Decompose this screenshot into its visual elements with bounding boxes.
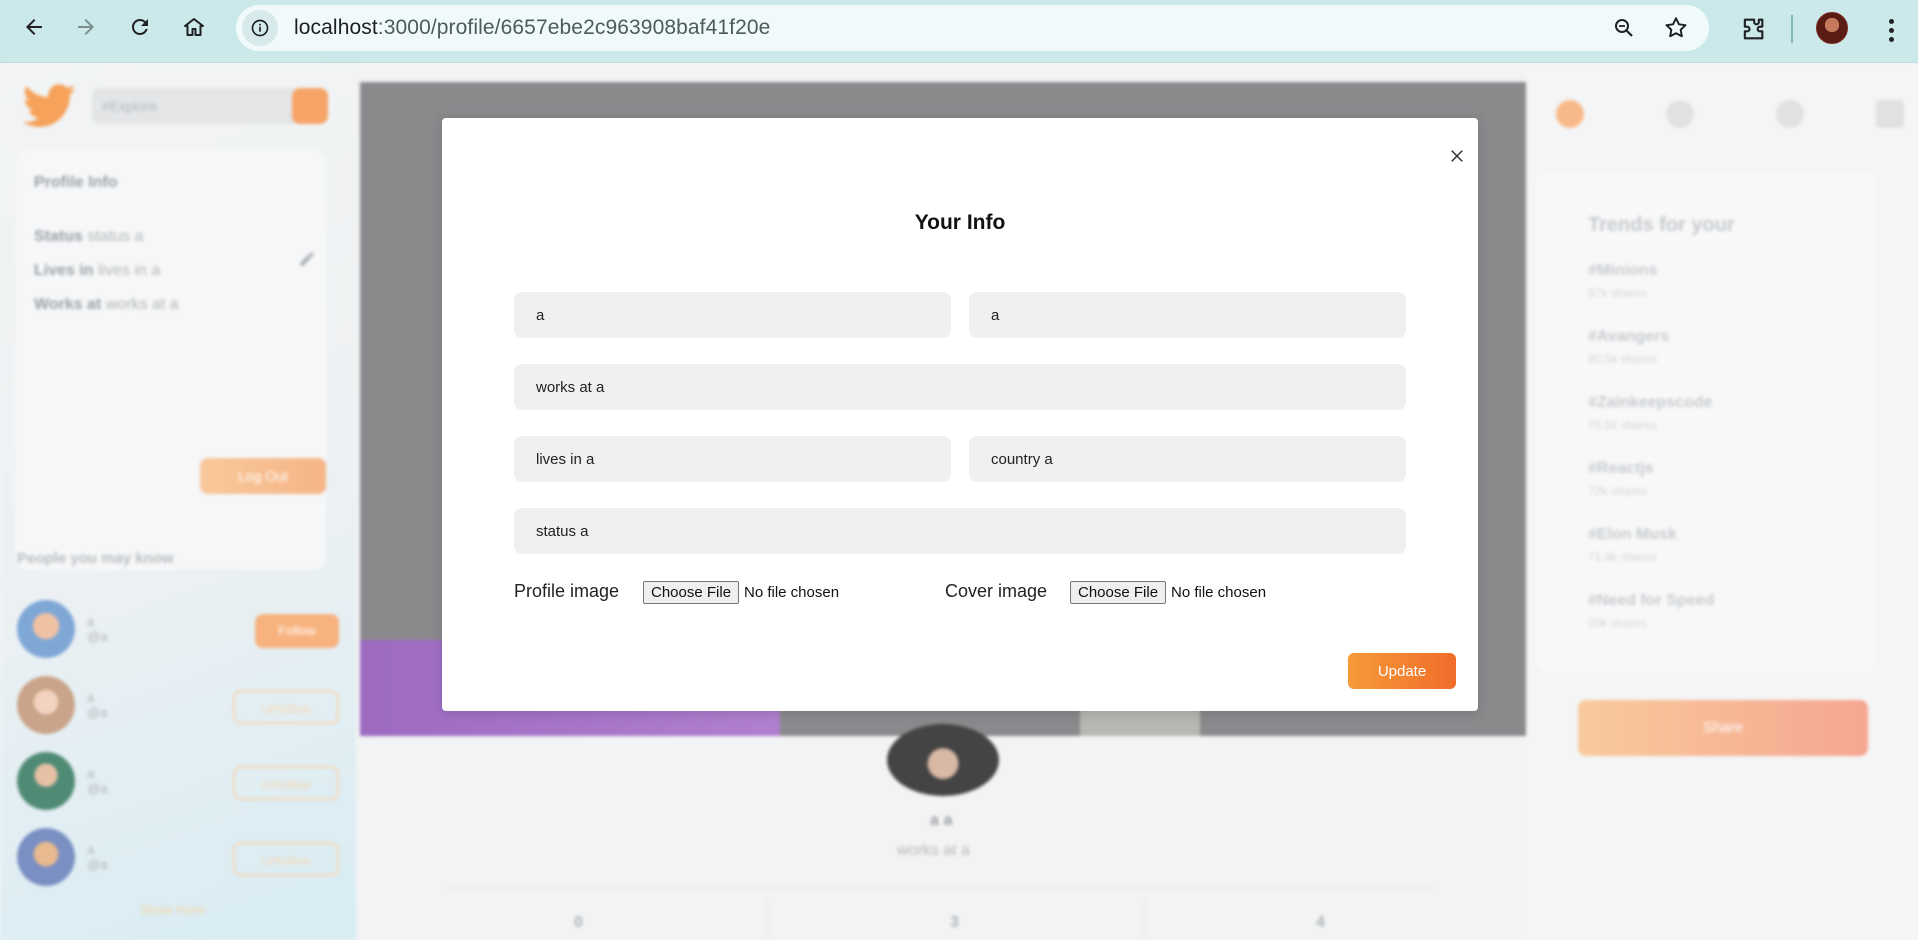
- reload-button[interactable]: [120, 7, 160, 47]
- stat-followers: 3: [950, 914, 959, 931]
- left-sidebar: #Explore Profile Info Status status a Li…: [0, 64, 356, 940]
- address-bar[interactable]: localhost:3000/profile/6657ebe2c963908ba…: [236, 5, 1709, 51]
- bookmark-star-icon[interactable]: [1661, 13, 1691, 43]
- profile-name: a a: [930, 812, 953, 829]
- forward-button[interactable]: [66, 7, 106, 47]
- close-button[interactable]: [1445, 144, 1469, 168]
- arrow-right-icon: [78, 19, 94, 35]
- cover-image-file-status: No file chosen: [1171, 584, 1267, 601]
- profile-works-at: works at a: [897, 842, 970, 859]
- twitter-logo-icon[interactable]: [22, 84, 76, 128]
- country-input[interactable]: [969, 436, 1406, 482]
- profile-image-file-button[interactable]: Choose File: [643, 581, 740, 604]
- status-row: Status status a: [34, 228, 144, 245]
- browser-toolbar: localhost:3000/profile/6657ebe2c963908ba…: [0, 0, 1918, 63]
- reload-icon: [131, 18, 148, 35]
- profile-info-card: Profile Info Status status a Lives in li…: [16, 150, 326, 570]
- search-button[interactable]: [292, 88, 328, 124]
- lives-in-input[interactable]: [514, 436, 951, 482]
- profile-image-label: Profile image: [514, 581, 620, 601]
- works-at-input[interactable]: [514, 364, 1406, 410]
- toolbar-divider: [1791, 15, 1793, 43]
- gear-icon[interactable]: [1666, 100, 1694, 128]
- home-icon[interactable]: [1556, 100, 1584, 128]
- trend-item[interactable]: #Avangers 80.5k shares: [1588, 328, 1669, 366]
- unfollow-button[interactable]: Unfollow: [233, 842, 339, 876]
- message-icon[interactable]: [1876, 100, 1904, 128]
- follow-button[interactable]: Follow: [255, 614, 339, 648]
- bell-icon[interactable]: [1776, 100, 1804, 128]
- info-modal: Your Info Profile image Choose File No f…: [442, 118, 1478, 711]
- unfollow-button[interactable]: Unfollow: [233, 766, 339, 800]
- cover-image-label: Cover image: [945, 581, 1048, 601]
- person-item: a @a Unfollow: [17, 676, 339, 738]
- stat-followings: 0: [574, 914, 583, 931]
- profile-info-title: Profile Info: [34, 174, 118, 191]
- logout-button[interactable]: Log Out: [200, 458, 326, 494]
- stat-posts: 4: [1316, 914, 1325, 931]
- url-text: localhost:3000/profile/6657ebe2c963908ba…: [294, 16, 771, 39]
- browser-profile-avatar[interactable]: [1816, 12, 1848, 44]
- share-button[interactable]: Share: [1578, 700, 1868, 756]
- avatar: [17, 676, 75, 734]
- update-button[interactable]: Update: [1348, 653, 1456, 689]
- home-icon: [184, 18, 204, 36]
- modal-title: Your Info: [914, 211, 1006, 234]
- zoom-icon[interactable]: [1609, 13, 1639, 43]
- avatar: [17, 600, 75, 658]
- person-item: a @a Follow: [17, 600, 339, 662]
- lastname-input[interactable]: [969, 292, 1406, 338]
- profile-image-file-status: No file chosen: [744, 584, 840, 601]
- trend-item[interactable]: #Reactjs 72k shares: [1588, 460, 1654, 498]
- home-button[interactable]: [174, 7, 214, 47]
- arrow-left-icon: [26, 19, 42, 35]
- people-you-may-know-title: People you may know: [17, 550, 174, 567]
- works-row: Works at works at a: [34, 296, 179, 313]
- unfollow-button[interactable]: Unfollow: [233, 690, 339, 724]
- avatar: [17, 828, 75, 886]
- trends-title: Trends for your: [1588, 214, 1735, 236]
- browser-menu-icon[interactable]: [1876, 12, 1906, 48]
- cover-image-file-button[interactable]: Choose File: [1070, 581, 1167, 604]
- trend-item[interactable]: #Zainkeepscode 75.5k shares: [1588, 394, 1713, 432]
- firstname-input[interactable]: [514, 292, 951, 338]
- trend-item[interactable]: #Elon Musk 71.9k shares: [1588, 526, 1677, 564]
- avatar: [17, 752, 75, 810]
- person-item: a @a Unfollow: [17, 752, 339, 814]
- show-more-link[interactable]: Show more: [140, 902, 206, 917]
- person-item: a @a Unfollow: [17, 828, 339, 890]
- edit-pencil-icon[interactable]: [298, 250, 316, 268]
- right-sidebar: Trends for your #Minions 97k shares #Avan…: [1526, 64, 1918, 940]
- site-info-icon[interactable]: [242, 10, 278, 46]
- close-icon: [1451, 150, 1463, 162]
- relationship-status-input[interactable]: [514, 508, 1406, 554]
- trend-item[interactable]: #Need for Speed 20k shares: [1588, 592, 1714, 630]
- extensions-puzzle-icon[interactable]: [1735, 11, 1771, 47]
- back-button[interactable]: [14, 7, 54, 47]
- lives-row: Lives in lives in a: [34, 262, 161, 279]
- trend-item[interactable]: #Minions 97k shares: [1588, 262, 1657, 300]
- trends-card: Trends for your #Minions 97k shares #Avan…: [1536, 172, 1876, 672]
